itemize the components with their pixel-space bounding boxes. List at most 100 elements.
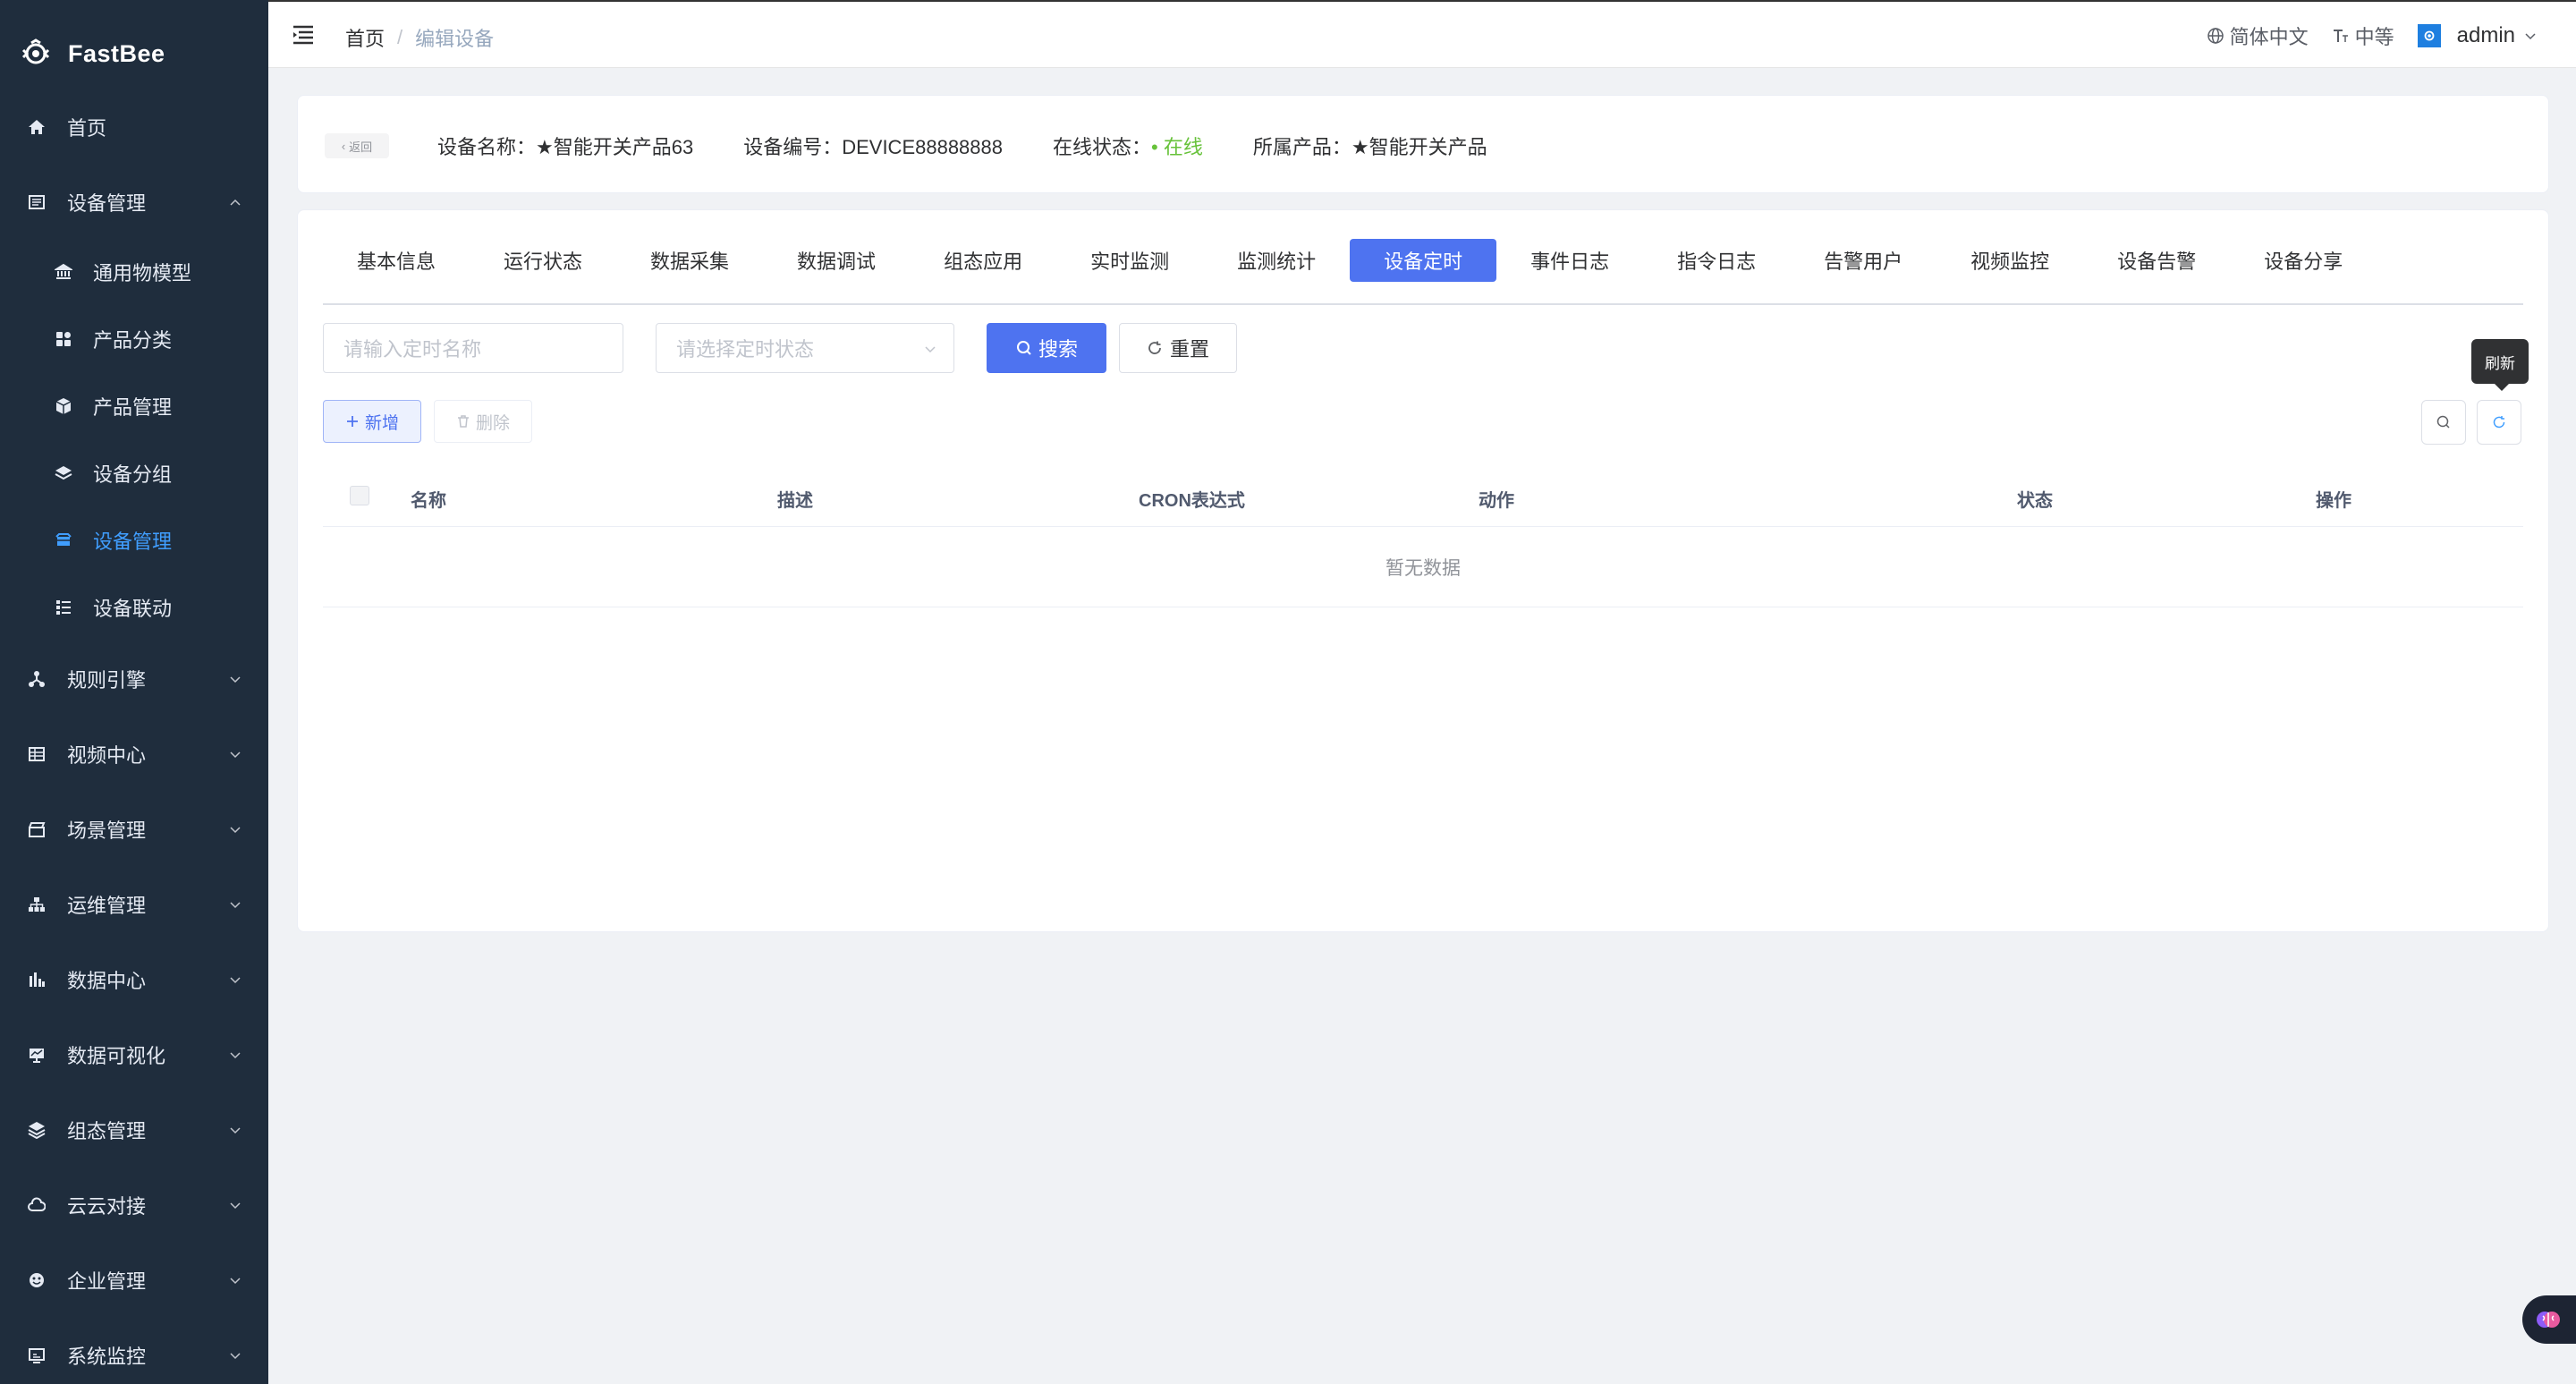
sidebar-item-label: 设备联动 [93, 598, 173, 620]
sidebar-item-label: 设备管理 [93, 531, 173, 553]
layers-icon [54, 463, 73, 483]
reset-button[interactable]: 重置 [1119, 323, 1237, 373]
sidebar-item-device-group[interactable]: 设备分组 [0, 446, 268, 500]
status-badge: • 在线 [1151, 136, 1203, 158]
chevron-down-icon [230, 751, 241, 759]
sidebar-item-scada-management[interactable]: 组态管理 [0, 1103, 268, 1157]
fastbee-logo-icon [21, 38, 50, 64]
delete-button[interactable]: 删除 [434, 400, 532, 443]
screen-icon [27, 1346, 47, 1365]
tab-realtime-monitor[interactable]: 实时监测 [1056, 239, 1203, 282]
timer-table: 名称 描述 CRON表达式 动作 状态 操作 暂无数据 [323, 464, 2523, 607]
chevron-down-icon [230, 1353, 241, 1360]
column-header-operations: 操作 [2316, 491, 2351, 511]
select-all-checkbox[interactable] [350, 486, 369, 505]
globe-icon [2207, 28, 2224, 44]
query-form: 请输入定时名称 请选择定时状态 搜索 重置 [323, 323, 1237, 373]
tab-alert-users[interactable]: 告警用户 [1790, 239, 1936, 282]
column-header-action: 动作 [1479, 491, 1514, 511]
tab-event-log[interactable]: 事件日志 [1496, 239, 1643, 282]
chevron-down-icon [230, 1202, 241, 1210]
device-list-icon [27, 192, 47, 212]
sidebar-item-data-center[interactable]: 数据中心 [0, 953, 268, 1006]
search-icon [2436, 415, 2450, 429]
tab-running-status[interactable]: 运行状态 [470, 239, 616, 282]
monitor-icon [27, 1045, 47, 1065]
logo[interactable]: FastBee [0, 0, 268, 107]
back-button[interactable]: ‹ 返回 [325, 133, 389, 158]
cloud-icon [27, 1195, 47, 1215]
tab-scada-app[interactable]: 组态应用 [910, 239, 1056, 282]
sidebar-item-device-management[interactable]: 设备管理 [0, 175, 268, 229]
chevron-down-icon [2525, 33, 2536, 40]
language-selector[interactable]: 简体中文 [2207, 21, 2309, 50]
chevron-down-icon [230, 902, 241, 909]
sidebar-item-product-category[interactable]: 产品分类 [0, 312, 268, 366]
sidebar-item-label: 数据中心 [67, 970, 147, 992]
sidebar-item-label: 通用物模型 [93, 262, 192, 284]
plus-icon [346, 416, 358, 427]
sidebar-item-device-linkage[interactable]: 设备联动 [0, 581, 268, 634]
column-header-status: 状态 [2017, 491, 2053, 511]
sidebar-item-data-visualization[interactable]: 数据可视化 [0, 1028, 268, 1082]
cube-icon [54, 396, 73, 416]
avatar [2417, 24, 2441, 47]
sidebar-item-video-center[interactable]: 视频中心 [0, 727, 268, 781]
chevron-down-icon [230, 1278, 241, 1285]
table-empty-state: 暂无数据 [323, 527, 2523, 607]
chevron-down-icon [230, 1052, 241, 1059]
sidebar-item-product-management[interactable]: 产品管理 [0, 379, 268, 433]
bank-icon [54, 262, 73, 282]
sidebar-item-scene-management[interactable]: 场景管理 [0, 802, 268, 856]
sidebar-item-home[interactable]: 首页 [0, 100, 268, 154]
toggle-search-button[interactable] [2421, 400, 2466, 445]
menu-fold-icon[interactable] [292, 23, 315, 47]
tab-basic-info[interactable]: 基本信息 [323, 239, 470, 282]
chevron-up-icon [230, 199, 241, 206]
sidebar-item-cloud-docking[interactable]: 云云对接 [0, 1178, 268, 1232]
font-size-selector[interactable]: 中等 [2332, 21, 2394, 50]
floating-assistant-button[interactable] [2522, 1295, 2576, 1344]
tab-command-log[interactable]: 指令日志 [1643, 239, 1790, 282]
tab-device-share[interactable]: 设备分享 [2230, 239, 2377, 282]
sidebar-item-rule-engine[interactable]: 规则引擎 [0, 652, 268, 706]
sidebar-item-system-monitor[interactable]: 系统监控 [0, 1329, 268, 1382]
chevron-down-icon [230, 827, 241, 834]
sidebar-item-label: 视频中心 [67, 744, 147, 767]
refresh-icon [2493, 416, 2505, 429]
sidebar-item-common-model[interactable]: 通用物模型 [0, 245, 268, 299]
timer-name-input[interactable]: 请输入定时名称 [323, 323, 623, 373]
top-header: 首页 / 编辑设备 简体中文 中等 admin [268, 0, 2576, 68]
sidebar-item-device-management-sub[interactable]: 设备管理 [0, 514, 268, 567]
add-button[interactable]: 新增 [323, 400, 421, 443]
chevron-left-icon: ‹ [341, 139, 346, 153]
sidebar-item-label: 产品管理 [93, 396, 173, 419]
chevron-down-icon [230, 977, 241, 984]
tab-device-timer[interactable]: 设备定时 [1350, 239, 1497, 282]
sidebar-item-label: 首页 [67, 117, 107, 140]
device-info-card: ‹ 返回 设备名称：★智能开关产品63 设备编号：DEVICE88888888 … [297, 95, 2549, 193]
user-name: admin [2456, 23, 2515, 47]
category-icon [54, 329, 73, 349]
sidebar-item-ops-management[interactable]: 运维管理 [0, 878, 268, 931]
tab-video-monitor[interactable]: 视频监控 [1936, 239, 2083, 282]
breadcrumb-separator: / [397, 26, 403, 48]
tab-data-collection[interactable]: 数据采集 [616, 239, 763, 282]
refresh-button[interactable] [2477, 400, 2521, 445]
trash-icon [457, 415, 469, 428]
back-label: 返回 [349, 140, 373, 154]
sidebar-item-label: 规则引擎 [67, 669, 147, 692]
tab-monitor-stats[interactable]: 监测统计 [1203, 239, 1350, 282]
status-label: 在线状态： [1053, 136, 1152, 158]
tab-device-alerts[interactable]: 设备告警 [2083, 239, 2230, 282]
tab-data-debug[interactable]: 数据调试 [763, 239, 910, 282]
breadcrumb-home[interactable]: 首页 [345, 23, 385, 52]
sidebar-item-label: 运维管理 [67, 895, 147, 917]
column-header-cron: CRON表达式 [1139, 491, 1245, 511]
timer-status-select[interactable]: 请选择定时状态 [656, 323, 954, 373]
search-button[interactable]: 搜索 [987, 323, 1106, 373]
user-menu[interactable]: admin [2417, 23, 2537, 48]
sidebar-item-enterprise-management[interactable]: 企业管理 [0, 1253, 268, 1307]
linkage-icon [54, 598, 73, 617]
device-serial: 设备编号：DEVICE88888888 [743, 136, 1003, 158]
